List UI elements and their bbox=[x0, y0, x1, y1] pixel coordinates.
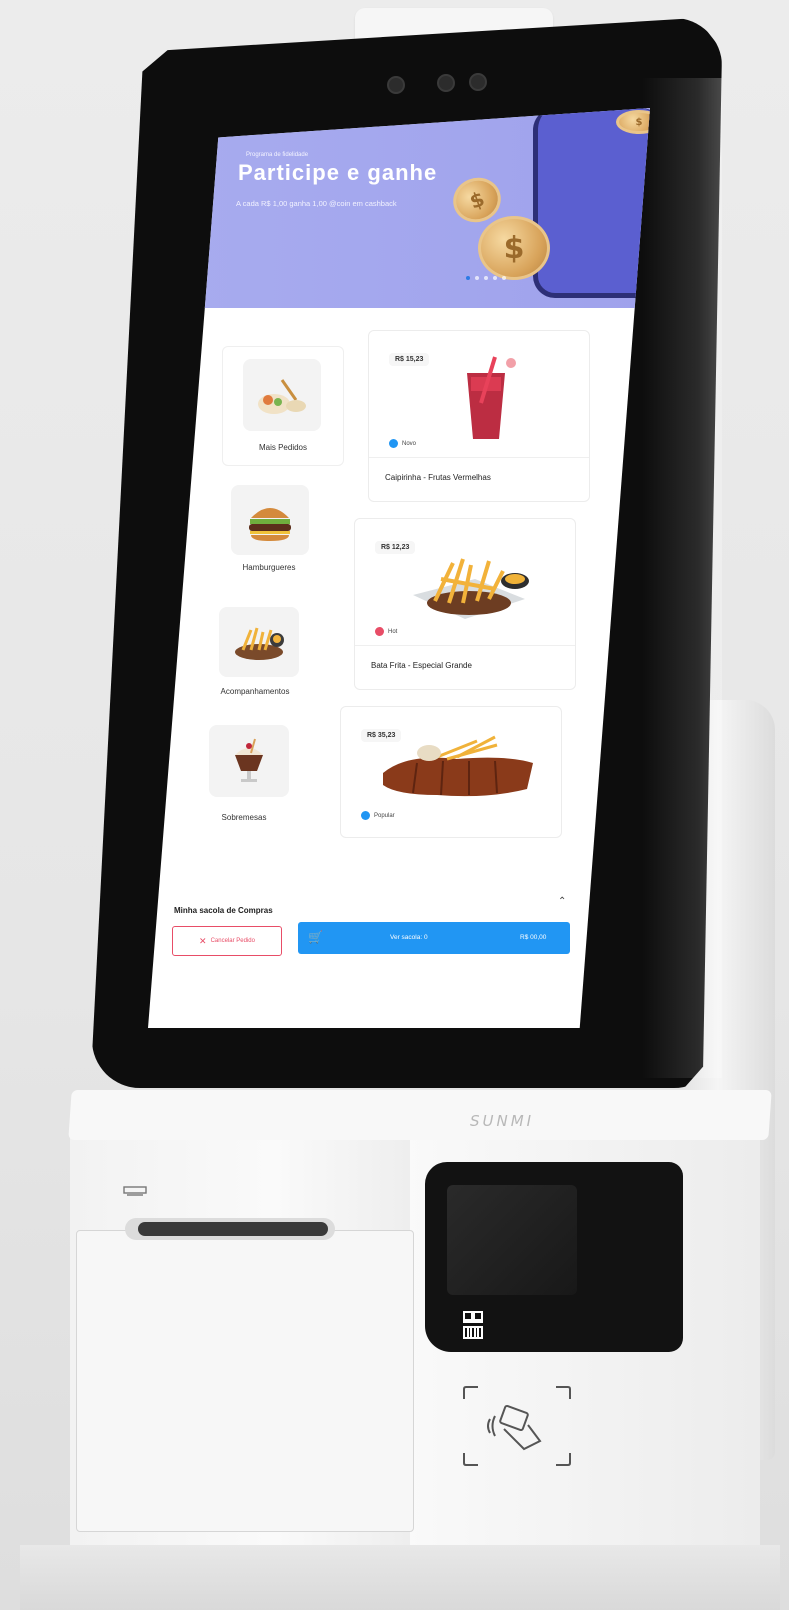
kiosk-floor bbox=[20, 1545, 780, 1610]
card-divider bbox=[369, 457, 589, 458]
carousel-dot[interactable] bbox=[484, 276, 488, 280]
receipt-slot-opening bbox=[138, 1222, 328, 1236]
banner-description: A cada R$ 1,00 ganha 1,00 @coin em cashb… bbox=[236, 199, 397, 208]
bag-title: Minha sacola de Compras bbox=[174, 906, 273, 915]
camera-icon bbox=[437, 74, 455, 92]
hot-badge-icon bbox=[375, 627, 384, 636]
product-tag-label: Novo bbox=[402, 440, 417, 447]
bezel-highlight bbox=[642, 78, 722, 1078]
star-badge-icon bbox=[389, 439, 398, 448]
product-name: Caipirinha - Frutas Vermelhas bbox=[385, 473, 491, 482]
carousel-dot[interactable] bbox=[502, 276, 506, 280]
scanner-window bbox=[447, 1185, 577, 1295]
sensor-icon bbox=[469, 73, 487, 91]
kiosk-screen: $ Programa de fidelidade Participe e gan… bbox=[148, 108, 650, 1028]
cart-icon: 🛒 bbox=[308, 930, 323, 944]
printer-door bbox=[76, 1230, 414, 1532]
brand-logo: SUNMI bbox=[470, 1112, 535, 1130]
category-label: Hamburgueres bbox=[242, 563, 296, 572]
product-card[interactable]: R$ 35,23 Popular bbox=[340, 706, 562, 838]
cancel-order-label: Cancelar Pedido bbox=[210, 938, 255, 944]
banner-eyebrow: Programa de fidelidade bbox=[246, 152, 309, 158]
category-acompanhamentos[interactable]: Acompanhamentos bbox=[198, 600, 310, 706]
bag-total: R$ 00,00 bbox=[520, 934, 547, 941]
view-bag-label: Ver sacola: 0 bbox=[390, 934, 428, 941]
view-bag-button[interactable]: 🛒 Ver sacola: 0 R$ 00,00 bbox=[298, 922, 570, 954]
card-divider bbox=[355, 645, 575, 646]
fries-icon bbox=[219, 607, 299, 677]
drink-icon bbox=[467, 356, 516, 439]
qr-code-icon bbox=[463, 1311, 483, 1339]
category-sobremesas[interactable]: Sobremesas bbox=[188, 720, 300, 826]
banner-title: Participe e ganhe bbox=[238, 160, 438, 185]
product-price: R$ 15,23 bbox=[389, 353, 430, 366]
ribs-icon bbox=[383, 735, 533, 797]
sundae-icon bbox=[209, 725, 289, 797]
category-hamburgueres[interactable]: Hamburgueres bbox=[210, 476, 316, 582]
phone-illustration bbox=[533, 108, 650, 298]
kiosk-base-top bbox=[68, 1090, 772, 1140]
carousel-dot[interactable] bbox=[466, 276, 470, 280]
product-tag: Novo bbox=[389, 439, 416, 448]
carousel-dots[interactable] bbox=[466, 276, 506, 280]
nfc-reader-icon bbox=[463, 1386, 571, 1466]
product-card[interactable]: R$ 12,23 Hot Bata Frita - Especial Grand… bbox=[354, 518, 576, 690]
loyalty-banner[interactable]: $ Programa de fidelidade Participe e gan… bbox=[148, 108, 650, 308]
close-icon: ✕ bbox=[199, 935, 207, 946]
product-tag: Hot bbox=[375, 627, 397, 636]
coin-icon: $ bbox=[478, 216, 550, 280]
salad-icon bbox=[243, 359, 321, 431]
carousel-dot[interactable] bbox=[493, 276, 497, 280]
category-label: Acompanhamentos bbox=[220, 687, 290, 696]
chevron-up-icon[interactable]: ⌃ bbox=[558, 896, 566, 907]
category-mais-pedidos[interactable]: Mais Pedidos bbox=[222, 346, 344, 466]
fries-icon bbox=[413, 558, 529, 619]
category-label: Mais Pedidos bbox=[258, 443, 308, 452]
product-tag-label: Hot bbox=[388, 628, 398, 635]
product-name: Bata Frita - Especial Grande bbox=[371, 661, 472, 670]
cancel-order-button[interactable]: ✕ Cancelar Pedido bbox=[172, 926, 282, 956]
category-label: Sobremesas bbox=[221, 813, 267, 822]
receipt-paper-icon bbox=[123, 1186, 147, 1196]
product-card[interactable]: R$ 15,23 Novo Caipirinha - Frutas Vermel… bbox=[368, 330, 590, 502]
carousel-dot[interactable] bbox=[475, 276, 479, 280]
burger-icon bbox=[231, 485, 309, 555]
product-tag-label: Popular bbox=[374, 812, 395, 819]
camera-icon bbox=[387, 76, 405, 94]
star-badge-icon bbox=[361, 811, 370, 820]
product-tag: Popular bbox=[361, 811, 395, 820]
